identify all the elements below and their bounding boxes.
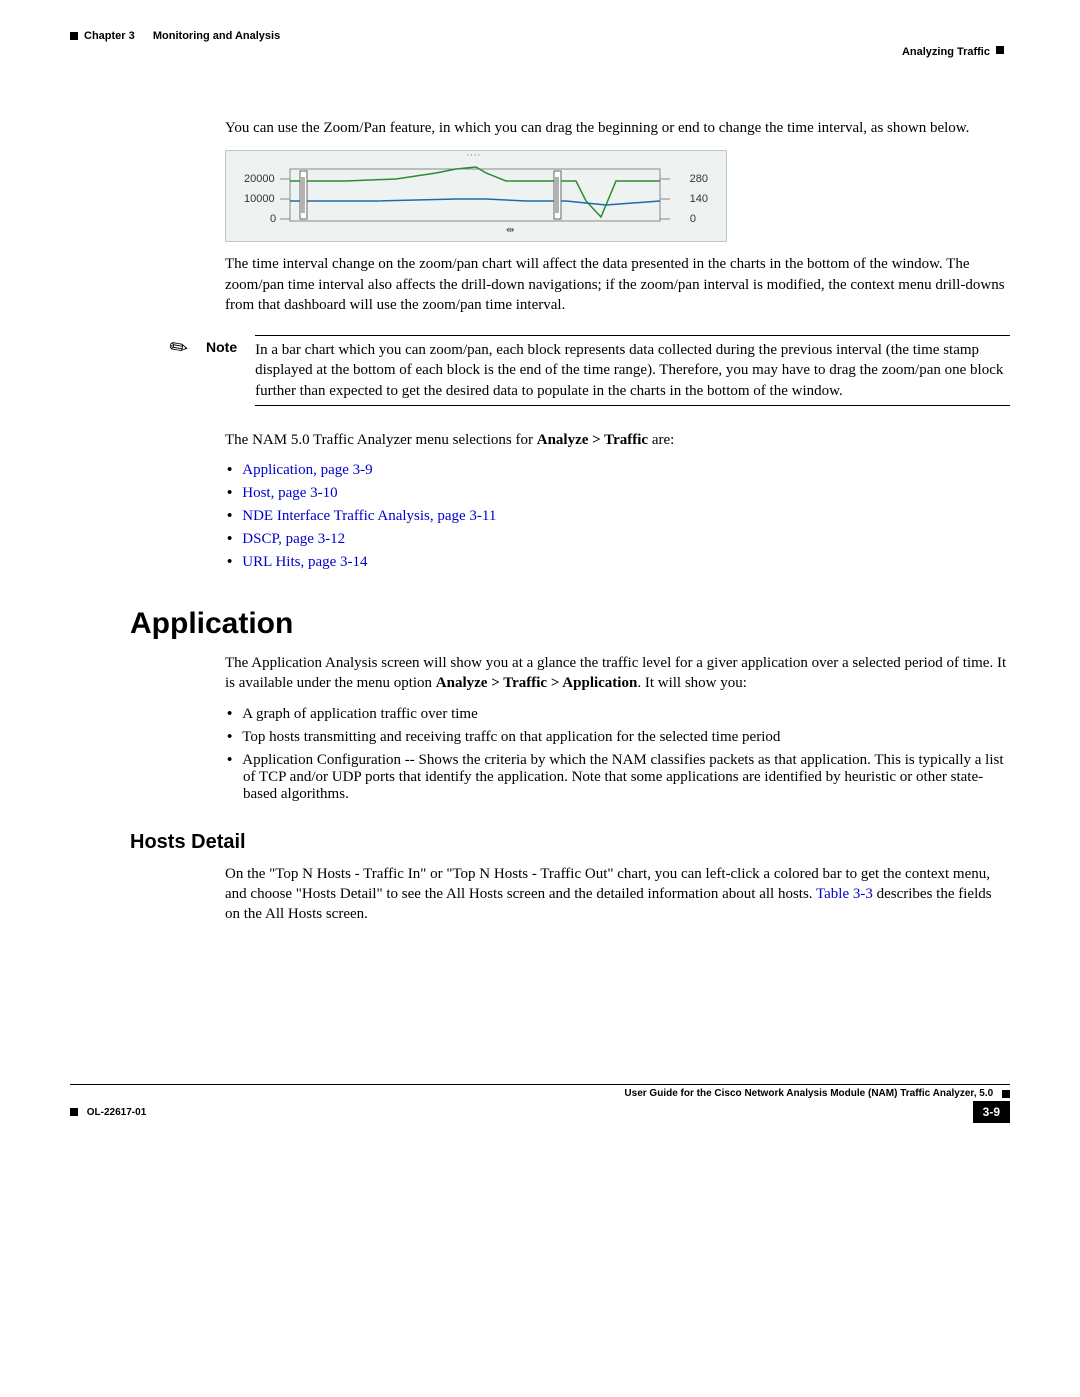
application-bullets: A graph of application traffic over time… [225,706,1010,803]
header-marker-icon [996,46,1004,54]
footer-marker-icon [70,1108,78,1116]
app-bullet-1: A graph of application traffic over time [243,706,1010,723]
link-table-3-3[interactable]: Table 3-3 [816,886,873,902]
link-nde[interactable]: NDE Interface Traffic Analysis, page 3-1… [242,508,496,524]
note-text: In a bar chart which you can zoom/pan, e… [255,335,1010,406]
note-label: Note [206,335,237,355]
app-bullet-2: Top hosts transmitting and receiving tra… [243,729,1010,746]
page-number: 3-9 [973,1101,1010,1123]
chapter-label: Chapter 3 [84,30,135,42]
svg-text:⇹: ⇹ [506,225,514,236]
heading-application: Application [130,607,1010,641]
page-footer: User Guide for the Cisco Network Analysi… [70,1084,1010,1123]
zoom-pan-chart: ···· 20000 10000 0 280 140 0 [225,150,727,242]
menu-intro: The NAM 5.0 Traffic Analyzer menu select… [225,430,1010,450]
footer-doc-id: OL-22617-01 [87,1107,146,1118]
application-paragraph: The Application Analysis screen will sho… [225,653,1010,694]
footer-marker-icon [1002,1090,1010,1098]
header-marker-icon [70,32,78,40]
heading-hosts-detail: Hosts Detail [130,831,1010,854]
app-bullet-3: Application Configuration -- Shows the c… [243,752,1010,803]
link-application[interactable]: Application, page 3-9 [242,462,372,478]
footer-guide: User Guide for the Cisco Network Analysi… [624,1088,993,1099]
chapter-title: Monitoring and Analysis [153,30,280,42]
intro-paragraph-2: The time interval change on the zoom/pan… [225,254,1010,315]
note-icon: ✎ [170,335,200,361]
menu-link-list: Application, page 3-9 Host, page 3-10 ND… [225,462,1010,571]
hosts-paragraph: On the "Top N Hosts - Traffic In" or "To… [225,864,1010,925]
link-dscp[interactable]: DSCP, page 3-12 [242,531,345,547]
link-host[interactable]: Host, page 3-10 [242,485,337,501]
section-right: Analyzing Traffic [902,46,990,58]
page-header: Chapter 3 Monitoring and Analysis [70,30,1010,42]
chart-svg: ⇹ [226,151,726,241]
link-urlhits[interactable]: URL Hits, page 3-14 [242,554,367,570]
intro-paragraph-1: You can use the Zoom/Pan feature, in whi… [225,118,1010,138]
